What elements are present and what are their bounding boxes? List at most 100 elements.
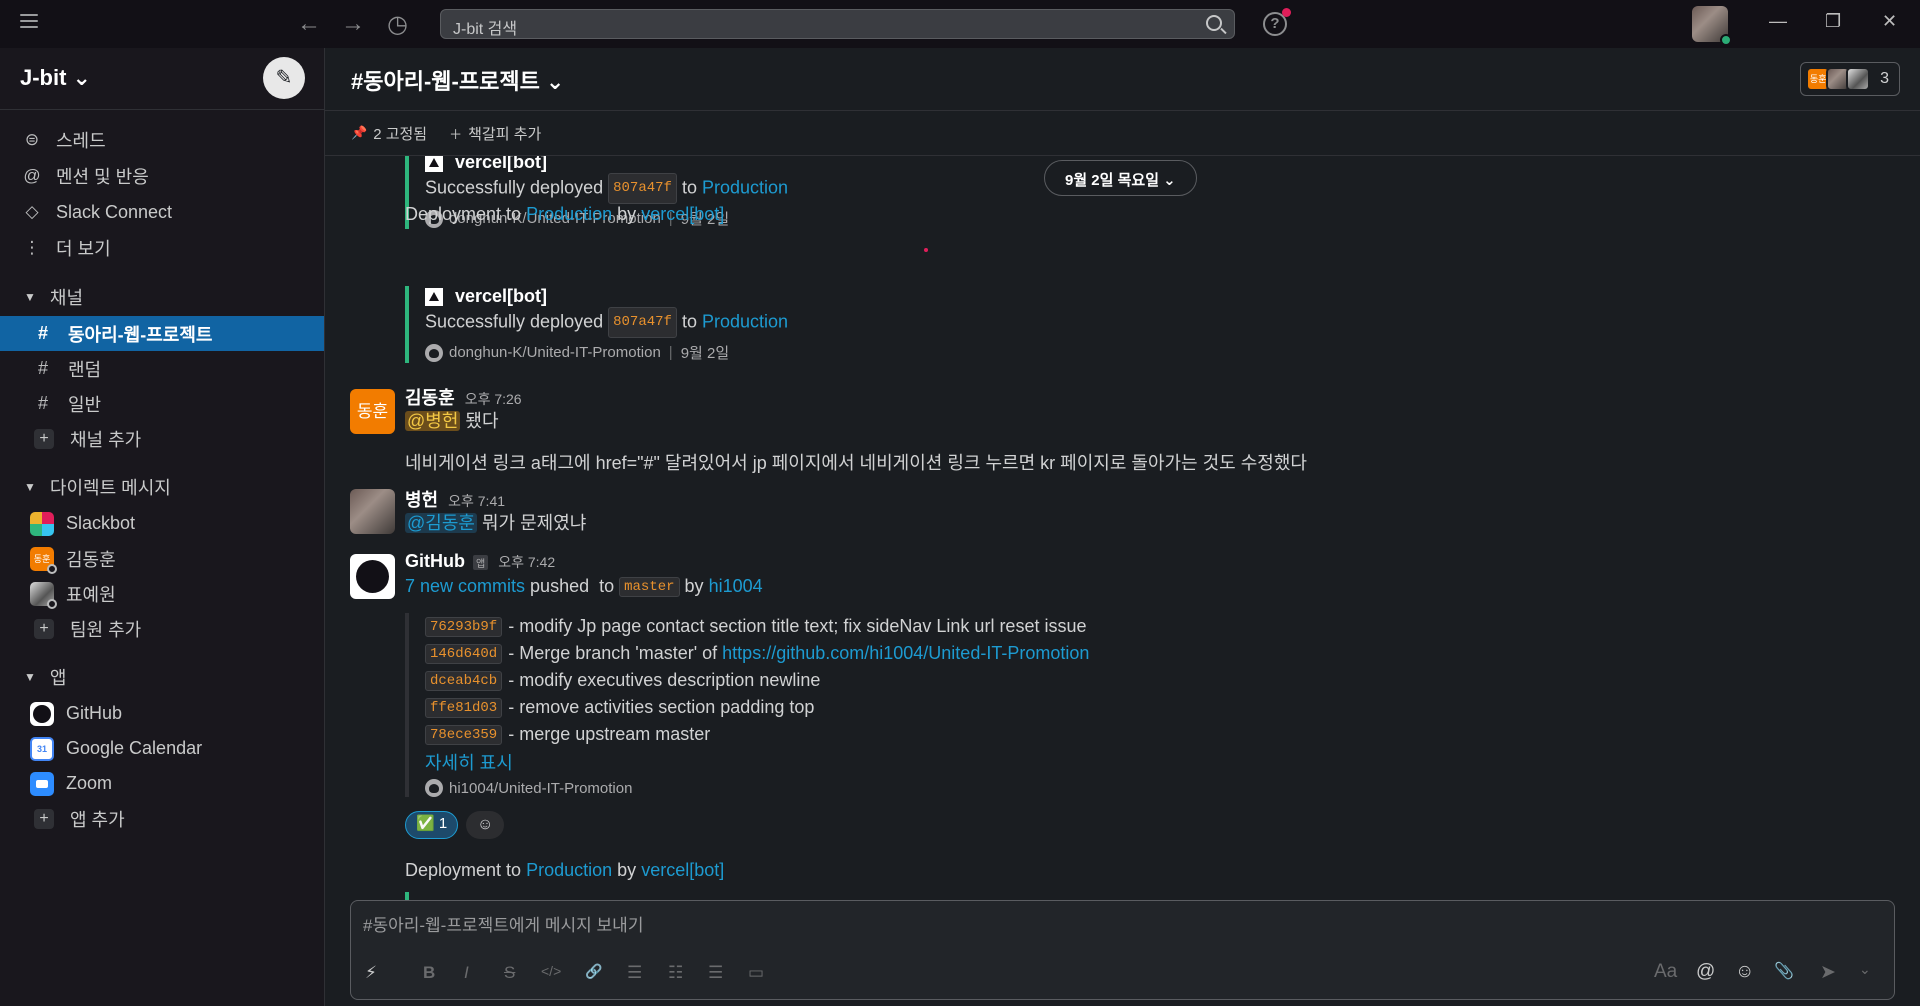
by-text: by	[617, 204, 637, 224]
timestamp[interactable]: 오후 7:41	[448, 491, 505, 511]
add-bookmark-button[interactable]: ＋ 책갈피 추가	[449, 123, 541, 144]
send-options-icon[interactable]: ⌄	[1859, 961, 1871, 978]
reaction-checkmark[interactable]: ✅ 1	[405, 811, 459, 839]
commit-hash[interactable]: ffe81d03	[425, 697, 503, 718]
italic-icon[interactable]: I	[464, 963, 469, 983]
message-text: 네비게이션 링크 a태그에 href="#" 달려있어서 jp 페이지에서 네비…	[405, 453, 1307, 473]
sidebar-dm-slackbot[interactable]: Slackbot	[0, 506, 324, 541]
sidebar-channel[interactable]: # 일반	[0, 386, 324, 421]
sidebar-app-google-calendar[interactable]: 31 Google Calendar	[0, 731, 324, 766]
environment-link[interactable]: Production	[702, 311, 788, 331]
restore-button[interactable]: ❐	[1825, 11, 1841, 32]
sidebar-dm-pyoyewon[interactable]: 표예원	[0, 576, 324, 611]
add-app-button[interactable]: + 앱 추가	[0, 801, 324, 836]
sender-name[interactable]: GitHub	[405, 551, 465, 572]
attach-icon[interactable]: 📎	[1774, 961, 1794, 981]
caret-down-icon: ▼	[24, 290, 36, 304]
channel-title[interactable]: #동아리-웹-프로젝트 ⌄	[351, 64, 564, 96]
commits-link[interactable]: 7 new commits	[405, 576, 525, 596]
add-member-button[interactable]: + 팀원 추가	[0, 611, 324, 646]
commit-row: 146d640d - Merge branch 'master' of https…	[425, 640, 1089, 667]
back-button[interactable]: ←	[297, 10, 321, 38]
shortcuts-icon[interactable]: ⚡	[365, 963, 377, 983]
sidebar-dm-kimdonghun[interactable]: 동훈 김동훈	[0, 541, 324, 576]
link-icon[interactable]: 🔗	[585, 963, 602, 980]
help-button[interactable]: ?	[1263, 8, 1291, 36]
sidebar-item-more[interactable]: ⋮ 더 보기	[0, 230, 324, 266]
blockquote-icon[interactable]: ☰	[708, 963, 723, 983]
app-name: GitHub	[66, 703, 123, 723]
sidebar-channel-active[interactable]: # 동아리-웹-프로젝트	[0, 316, 324, 351]
forward-button[interactable]: →	[341, 10, 365, 38]
channels-section-header[interactable]: ▼ 채널	[0, 278, 324, 316]
timestamp[interactable]: 오후 7:26	[465, 389, 522, 409]
add-reaction-button[interactable]: ☺	[466, 811, 505, 839]
code-icon[interactable]: </>	[541, 963, 561, 979]
commit-hash[interactable]: 76293b9f	[425, 616, 503, 637]
more-icon: ⋮	[23, 238, 41, 257]
commit-hash[interactable]: 146d640d	[425, 643, 503, 664]
sidebar-item-mentions[interactable]: @ 멘션 및 반응	[0, 158, 324, 194]
minimize-button[interactable]: —	[1769, 11, 1787, 32]
slack-connect-icon: ◇	[25, 202, 39, 221]
show-more-link[interactable]: 자세히 표시	[425, 749, 513, 775]
compose-button[interactable]: ✎	[263, 57, 305, 99]
bold-icon[interactable]: B	[423, 963, 435, 983]
mention[interactable]: @병헌	[405, 411, 461, 431]
sidebar-item-label: 스레드	[56, 131, 106, 151]
sidebar-app-zoom[interactable]: Zoom	[0, 766, 324, 801]
close-button[interactable]: ✕	[1882, 11, 1897, 32]
members-button[interactable]: 동훈 3	[1800, 62, 1900, 96]
section-title: 다이렉트 메시지	[49, 478, 171, 498]
commit-hash[interactable]: dceab4cb	[425, 670, 503, 691]
mention[interactable]: @김동훈	[405, 513, 477, 533]
sidebar-app-github[interactable]: GitHub	[0, 696, 324, 731]
mention-icon[interactable]: @	[1696, 961, 1715, 983]
date-divider-button[interactable]: 9월 2일 목요일 ⌄	[1044, 160, 1197, 196]
repo-name: donghun-K/United-IT-Promotion	[449, 344, 661, 361]
message-body: 뭐가 문제였냐	[476, 513, 587, 533]
sidebar-item-slack-connect[interactable]: ◇ Slack Connect	[0, 194, 324, 230]
commit-row: ffe81d03- remove activities section padd…	[425, 694, 1089, 721]
commit-row: 76293b9f - modify Jp page contact section…	[425, 613, 1089, 640]
pushed-text: pushed to	[525, 576, 620, 596]
user-avatar[interactable]	[1692, 6, 1732, 46]
ordered-list-icon[interactable]: ☰	[627, 963, 642, 983]
dm-section-header[interactable]: ▼ 다이렉트 메시지	[0, 468, 324, 506]
send-icon[interactable]: ➤	[1820, 961, 1836, 984]
message-text: @병헌 됐다	[405, 407, 499, 433]
bulleted-list-icon[interactable]: ☷	[668, 963, 683, 983]
bot-link[interactable]: vercel[bot]	[641, 204, 724, 224]
caret-down-icon: ▼	[24, 670, 36, 684]
environment-link[interactable]: Production	[526, 860, 612, 880]
menu-icon[interactable]	[20, 14, 38, 30]
emoji-icon[interactable]: ☺	[1735, 961, 1754, 983]
apps-section-header[interactable]: ▼ 앱	[0, 658, 324, 696]
composer-placeholder: #동아리-웹-프로젝트에게 메시지 보내기	[363, 916, 644, 935]
environment-link[interactable]: Production	[702, 177, 788, 197]
pinned-button[interactable]: 📌 2 고정됨	[351, 123, 427, 144]
bot-link[interactable]: vercel[bot]	[641, 860, 724, 880]
format-icon[interactable]: Aa	[1654, 961, 1677, 983]
avatar[interactable]: 동훈	[350, 389, 395, 434]
vercel-icon	[425, 287, 443, 306]
code-block-icon[interactable]: ▭	[748, 963, 764, 983]
timestamp[interactable]: 오후 7:42	[498, 552, 555, 572]
history-button[interactable]: ◷	[387, 10, 408, 39]
repo-url-link[interactable]: https://github.com/hi1004/United-IT-Prom…	[722, 643, 1089, 664]
workspace-name[interactable]: J-bit ⌄	[20, 65, 91, 91]
add-channel-button[interactable]: + 채널 추가	[0, 421, 324, 456]
environment-link[interactable]: Production	[526, 204, 612, 224]
user-link[interactable]: hi1004	[709, 576, 763, 596]
attachment-text: Successfully deployed 807a47f to Product…	[425, 307, 788, 338]
vercel-icon	[425, 156, 443, 172]
deployment-text: Deployment to	[405, 860, 522, 880]
strikethrough-icon[interactable]: S	[504, 963, 515, 983]
search-input[interactable]: J-bit 검색	[440, 9, 1235, 39]
sidebar-channel[interactable]: # 랜덤	[0, 351, 324, 386]
message-composer[interactable]: #동아리-웹-프로젝트에게 메시지 보내기 ⚡ B I S </> 🔗 ☰ ☷ …	[350, 900, 1895, 1000]
commit-hash[interactable]: 78ece359	[425, 724, 503, 745]
sidebar-item-threads[interactable]: ⊜ 스레드	[0, 122, 324, 158]
avatar[interactable]	[350, 489, 395, 534]
github-avatar[interactable]	[350, 554, 395, 599]
